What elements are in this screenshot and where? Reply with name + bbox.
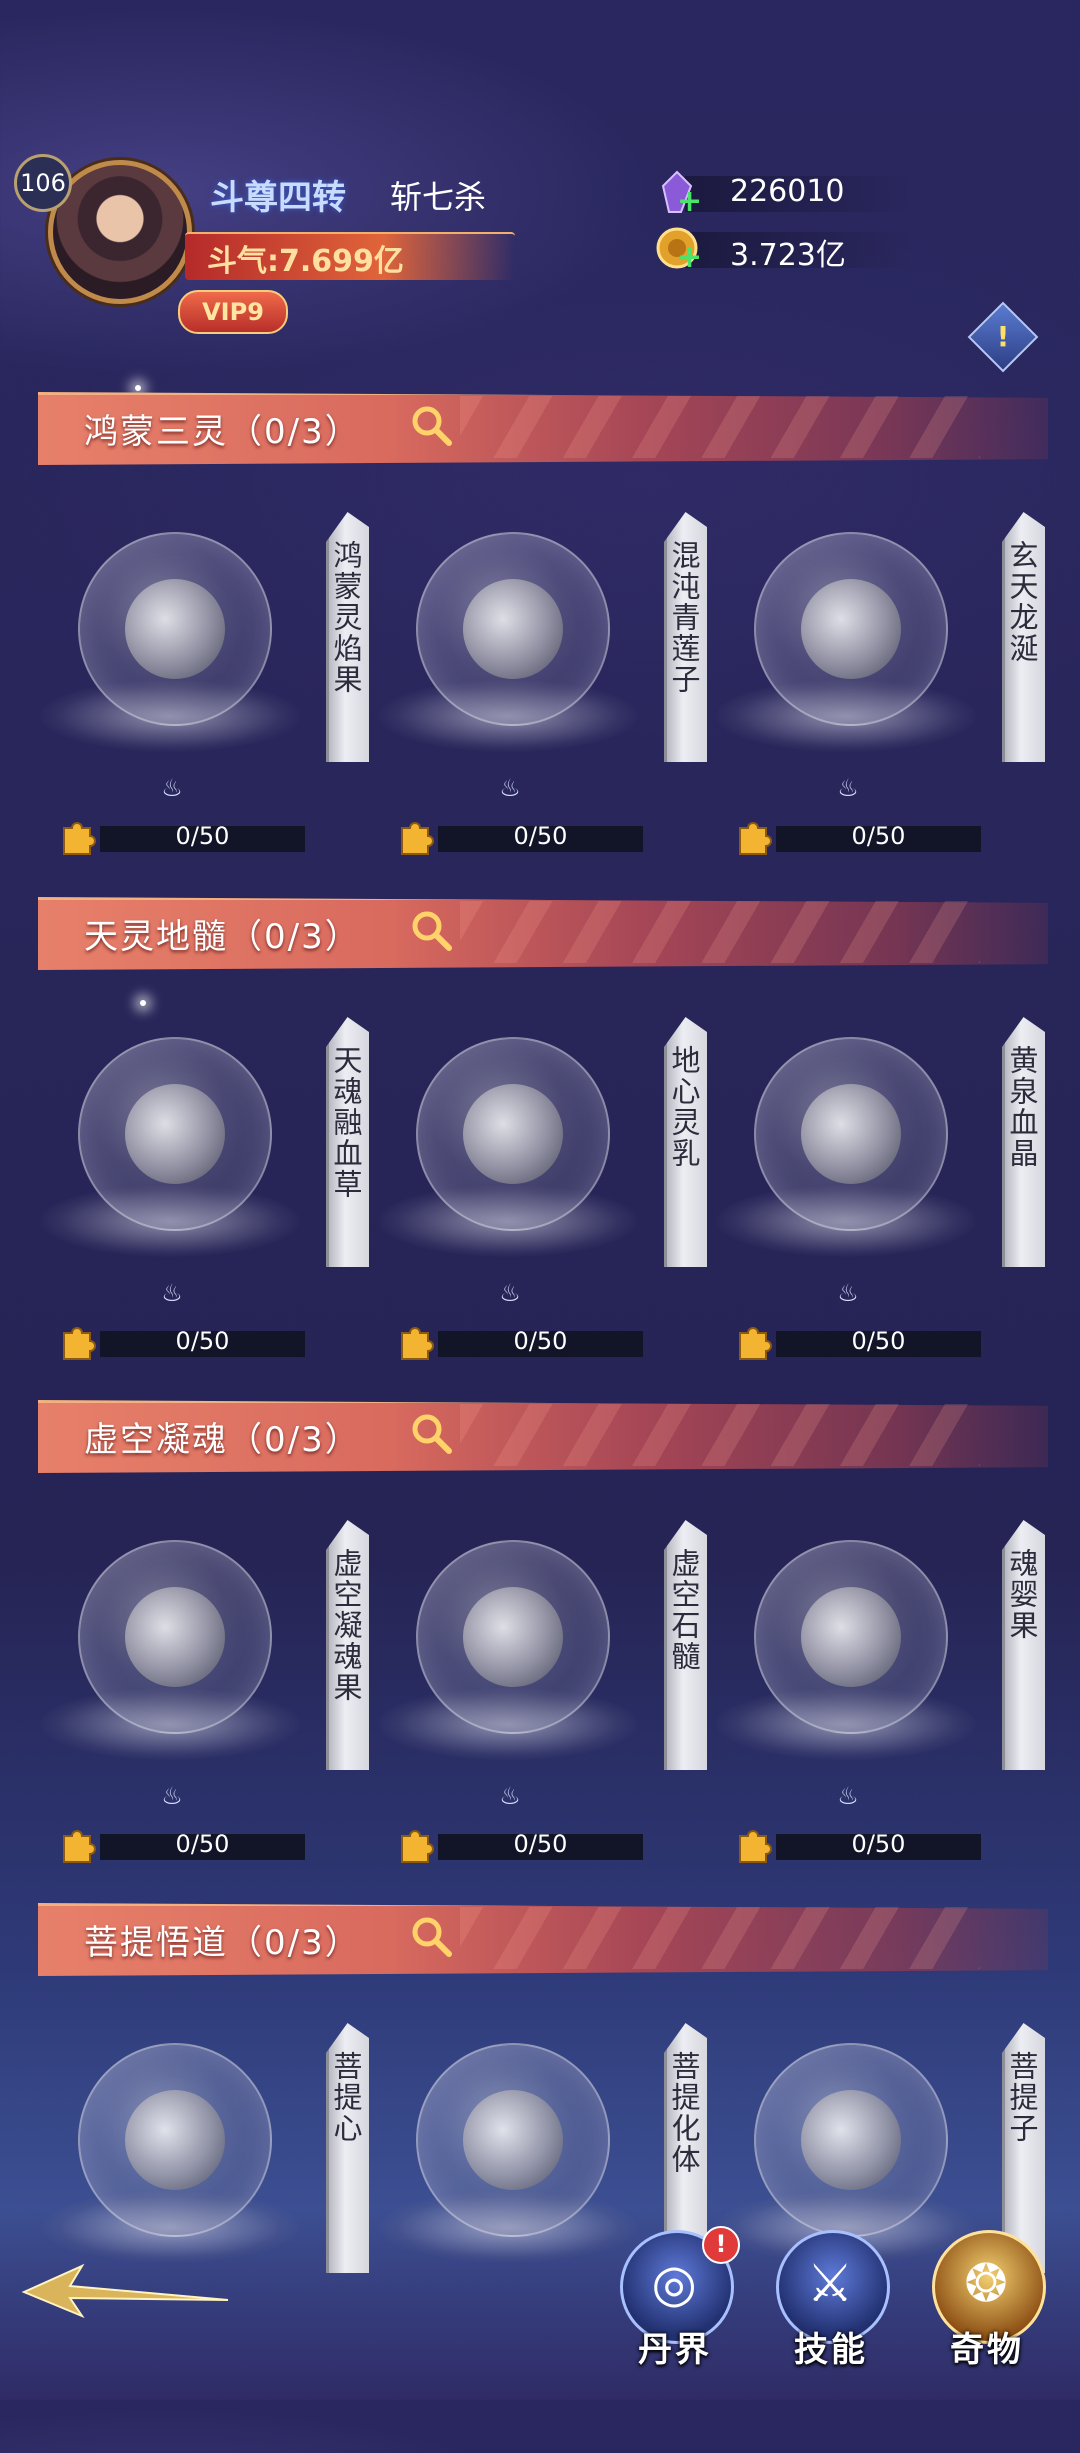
progress-text: 0/50: [851, 822, 906, 850]
collection-section: 虚空凝魂（0/3） 虚空凝魂果 ♨ 0/50 虚空石髓 ♨ 0/50 魂婴果 ♨ 0/50: [0, 1400, 1080, 1900]
nav-treasure[interactable]: ❂ 奇物: [926, 2230, 1048, 2380]
player-name: 斩七杀: [390, 178, 487, 216]
player-header: 106 斗尊四转 斩七杀 斗气:7.699亿 VIP9 + 226010 + 3…: [0, 140, 1080, 340]
flame-icon: ♨: [499, 1279, 521, 1307]
search-icon[interactable]: [410, 1412, 452, 1454]
treasure-item[interactable]: 黄泉血晶 ♨ 0/50: [706, 1017, 1045, 1447]
nav-label: 奇物: [950, 2330, 1024, 2370]
progress-text: 0/50: [513, 1830, 568, 1858]
treasure-item[interactable]: 鸿蒙灵焰果 ♨ 0/50: [30, 512, 369, 942]
treasure-orb-icon: [78, 1540, 272, 1734]
treasure-item[interactable]: 魂婴果 ♨ 0/50: [706, 1520, 1045, 1950]
treasure-name: 魂婴果: [1005, 1548, 1039, 1641]
nav-label: 技能: [794, 2330, 868, 2370]
treasure-name: 菩提子: [1005, 2051, 1039, 2144]
progress-text: 0/50: [175, 822, 230, 850]
puzzle-piece-icon: [734, 818, 772, 856]
treasure-orb-icon: [754, 532, 948, 726]
progress-text: 0/50: [513, 822, 568, 850]
treasure-orb-icon: [416, 532, 610, 726]
treasure-name: 菩提心: [329, 2051, 363, 2144]
treasure-item[interactable]: 地心灵乳 ♨ 0/50: [368, 1017, 707, 1447]
section-title: 鸿蒙三灵（0/3）: [84, 412, 361, 452]
search-icon[interactable]: [410, 404, 452, 446]
treasure-name: 虚空凝魂果: [329, 1548, 363, 1703]
puzzle-piece-icon: [396, 1826, 434, 1864]
treasure-orb-icon: [754, 1540, 948, 1734]
puzzle-piece-icon: [396, 1323, 434, 1361]
treasure-orb-icon: [78, 1037, 272, 1231]
progress-text: 0/50: [851, 1327, 906, 1355]
treasure-orb-icon: [754, 1037, 948, 1231]
progress-text: 0/50: [851, 1830, 906, 1858]
flame-icon: ♨: [837, 1279, 859, 1307]
puzzle-piece-icon: [734, 1826, 772, 1864]
add-coin-button[interactable]: +: [677, 243, 702, 273]
resource-coin: + 3.723亿: [655, 226, 915, 273]
flame-icon: ♨: [499, 1782, 521, 1810]
flame-icon: ♨: [161, 1782, 183, 1810]
treasure-orb-icon: [416, 1540, 610, 1734]
treasure-item[interactable]: 混沌青莲子 ♨ 0/50: [368, 512, 707, 942]
flame-icon: ♨: [161, 774, 183, 802]
section-title: 虚空凝魂（0/3）: [84, 1420, 361, 1460]
collection-section: 天灵地髓（0/3） 天魂融血草 ♨ 0/50 地心灵乳 ♨ 0/50 黄泉血晶 ♨ 0/50: [0, 897, 1080, 1397]
progress-text: 0/50: [513, 1327, 568, 1355]
treasure-orb-icon: [754, 2043, 948, 2237]
progress-text: 0/50: [175, 1830, 230, 1858]
info-icon: !: [996, 320, 1010, 353]
search-icon[interactable]: [410, 1915, 452, 1957]
add-crystal-button[interactable]: +: [677, 187, 702, 217]
treasure-name: 混沌青莲子: [667, 540, 701, 695]
progress-text: 0/50: [175, 1327, 230, 1355]
search-icon[interactable]: [410, 909, 452, 951]
nav-dan-realm[interactable]: ◎ ! 丹界: [614, 2226, 740, 2380]
flame-icon: ♨: [161, 1279, 183, 1307]
vip-badge[interactable]: VIP9: [178, 290, 288, 334]
treasure-name: 地心灵乳: [667, 1045, 701, 1169]
treasure-orb-icon: [78, 532, 272, 726]
treasure-orb-icon: [416, 1037, 610, 1231]
puzzle-piece-icon: [58, 818, 96, 856]
nav-skill[interactable]: ⚔ 技能: [770, 2230, 892, 2380]
treasure-name: 黄泉血晶: [1005, 1045, 1039, 1169]
collection-section: 鸿蒙三灵（0/3） 鸿蒙灵焰果 ♨ 0/50 混沌青莲子 ♨ 0/50 玄天龙涎 ♨ 0/50: [0, 392, 1080, 892]
crystal-value: 226010: [730, 174, 845, 209]
treasure-name: 天魂融血草: [329, 1045, 363, 1200]
treasure-name: 菩提化体: [667, 2051, 701, 2175]
treasure-item[interactable]: 虚空凝魂果 ♨ 0/50: [30, 1520, 369, 1950]
treasure-name: 虚空石髓: [667, 1548, 701, 1672]
power-value: 斗气:7.699亿: [207, 244, 404, 279]
section-title: 天灵地髓（0/3）: [84, 917, 361, 957]
rank-title: 斗尊四转: [210, 178, 346, 218]
notification-badge: !: [702, 2226, 740, 2264]
flame-icon: ♨: [837, 1782, 859, 1810]
treasure-name: 玄天龙涎: [1005, 540, 1039, 664]
sparkle-decoration: [135, 385, 141, 391]
puzzle-piece-icon: [58, 1323, 96, 1361]
treasure-name: 鸿蒙灵焰果: [329, 540, 363, 695]
treasure-item[interactable]: 菩提心: [30, 2023, 369, 2453]
treasure-item[interactable]: 虚空石髓 ♨ 0/50: [368, 1520, 707, 1950]
puzzle-piece-icon: [58, 1826, 96, 1864]
treasure-item[interactable]: 玄天龙涎 ♨ 0/50: [706, 512, 1045, 942]
treasure-orb-icon: [416, 2043, 610, 2237]
coin-value: 3.723亿: [730, 238, 846, 273]
section-title: 菩提悟道（0/3）: [84, 1923, 361, 1963]
flame-icon: ♨: [837, 774, 859, 802]
treasure-orb-icon: [78, 2043, 272, 2237]
player-level-badge: 106: [14, 154, 72, 212]
collection-section: 菩提悟道（0/3） 菩提心 菩提化体 菩提子: [0, 1903, 1080, 2403]
back-arrow-icon[interactable]: [21, 2260, 232, 2320]
nav-label: 丹界: [638, 2330, 712, 2370]
puzzle-piece-icon: [396, 818, 434, 856]
flame-icon: ♨: [499, 774, 521, 802]
puzzle-piece-icon: [734, 1323, 772, 1361]
treasure-item[interactable]: 天魂融血草 ♨ 0/50: [30, 1017, 369, 1447]
resource-crystal: + 226010: [655, 170, 915, 217]
